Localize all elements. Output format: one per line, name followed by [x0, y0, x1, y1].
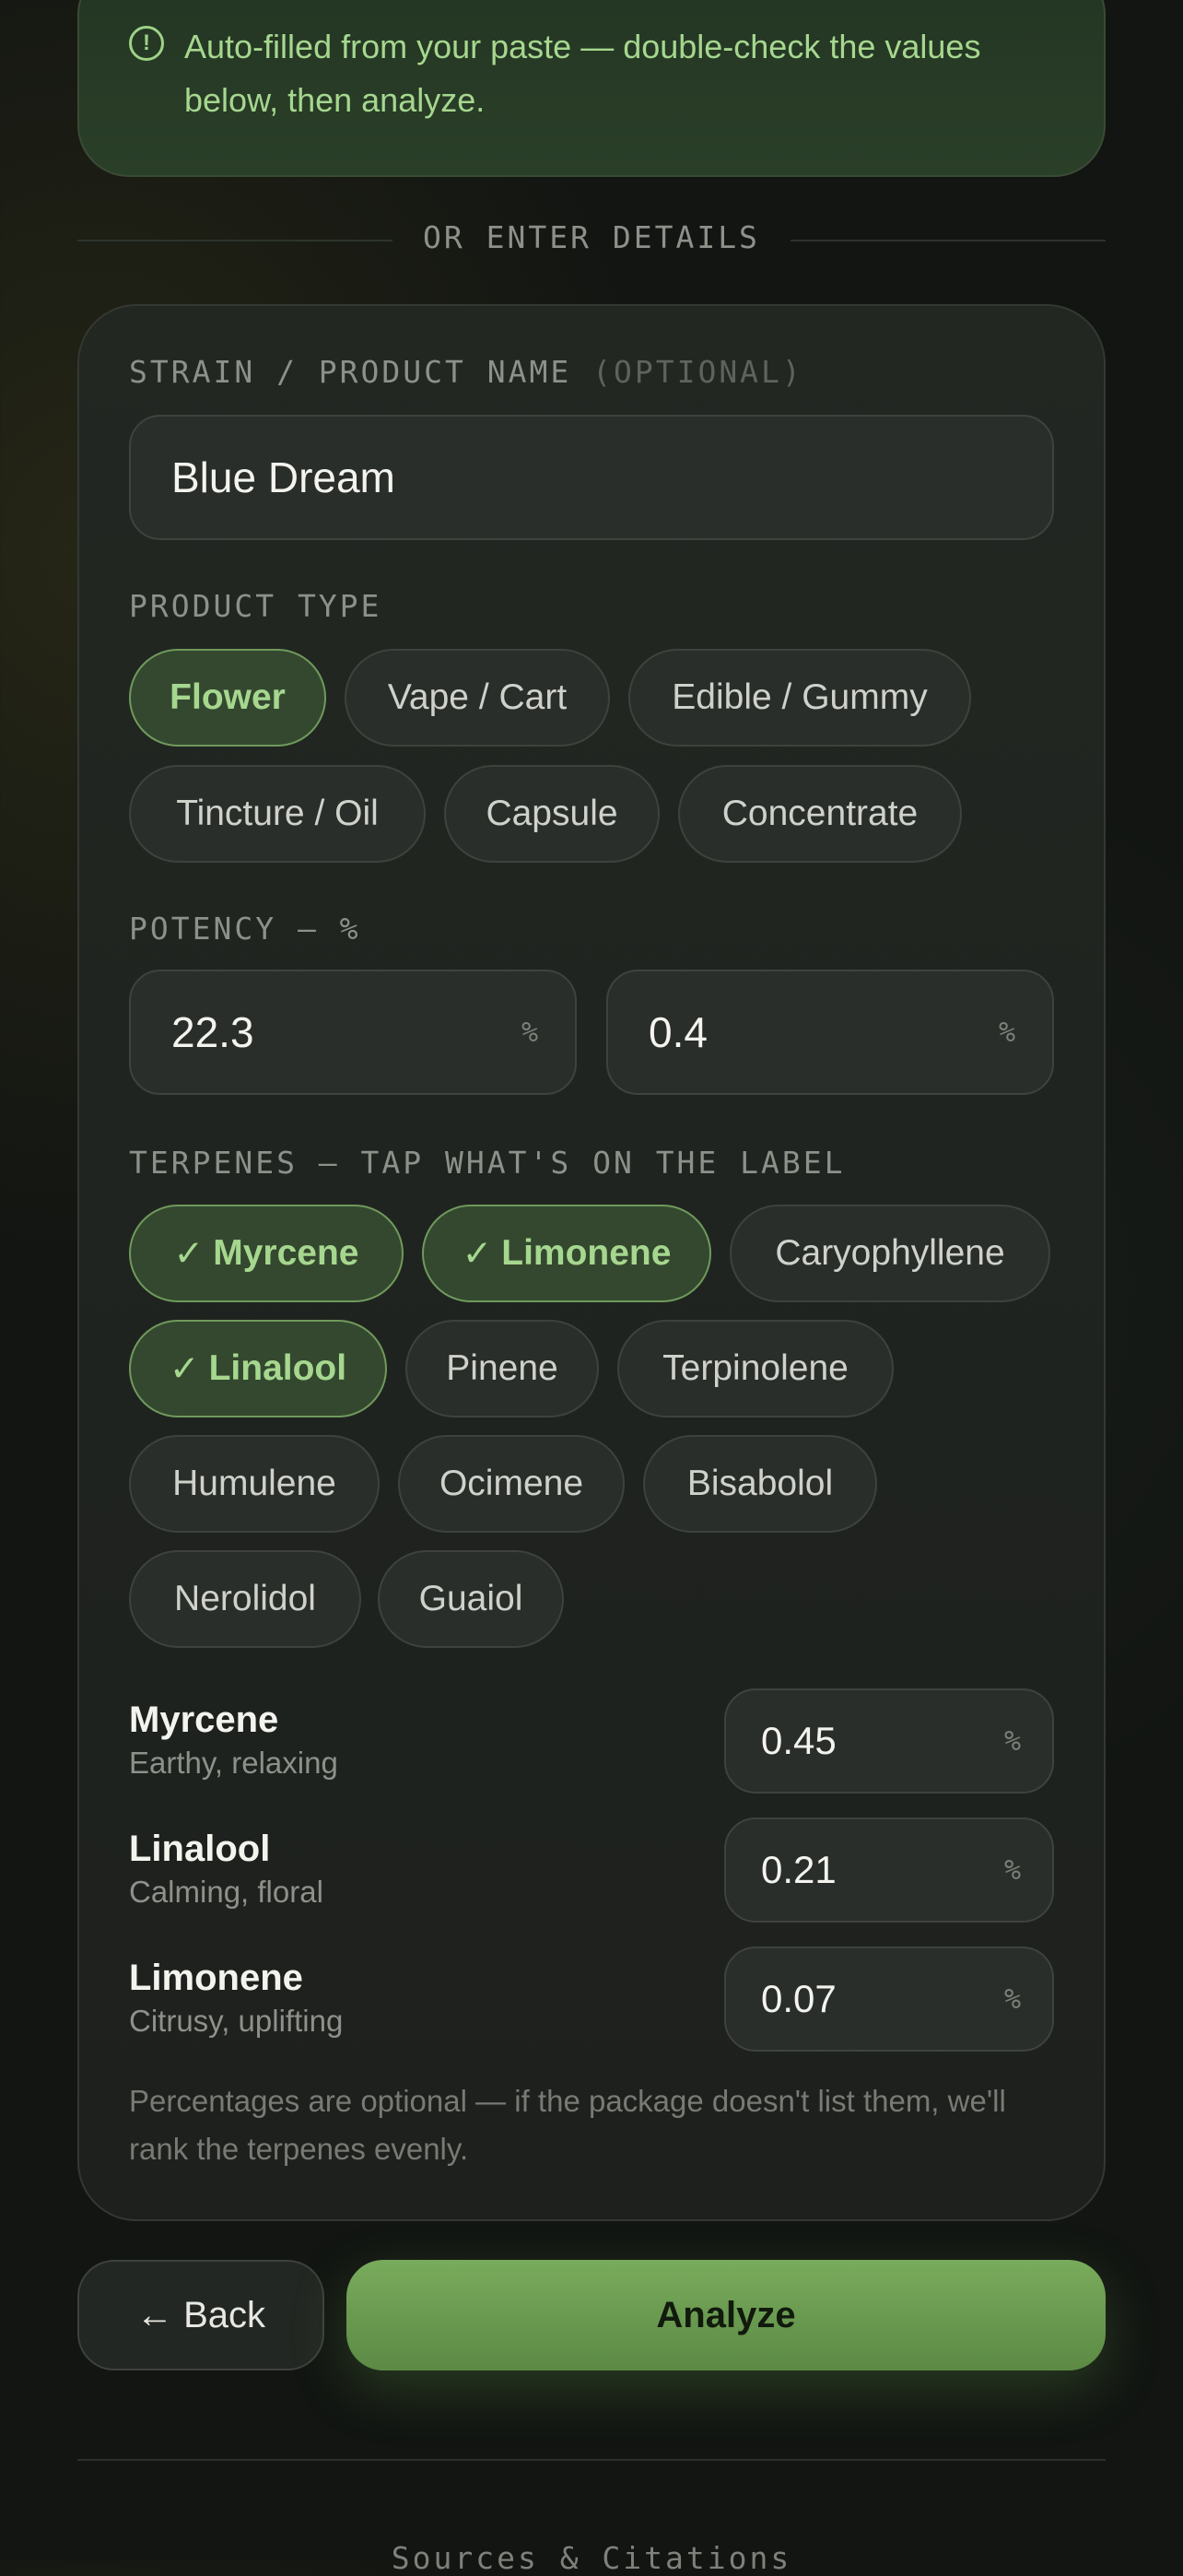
terpene-chip-linalool[interactable]: ✓ Linalool — [129, 1320, 387, 1417]
terpene-chip-pinene[interactable]: Pinene — [405, 1320, 599, 1417]
terpene-percent-input-limonene[interactable]: 0.07 % — [724, 1947, 1054, 2052]
potency-value-2: 0.4 — [649, 1008, 708, 1056]
terpene-chip-limonene[interactable]: ✓ Limonene — [422, 1205, 711, 1302]
divider-line-left — [77, 240, 392, 241]
terpene-percent-value: 0.21 — [761, 1848, 837, 1891]
terpene-chip-guaiol[interactable]: Guaiol — [378, 1550, 564, 1648]
terpene-percent-value: 0.45 — [761, 1719, 837, 1762]
check-icon: ✓ — [173, 1233, 205, 1274]
terpene-percent-value: 0.07 — [761, 1977, 837, 2020]
terpene-percent-input-myrcene[interactable]: 0.45 % — [724, 1688, 1054, 1794]
terpene-chip-bisabolol[interactable]: Bisabolol — [643, 1435, 877, 1533]
product-name-label: STRAIN / PRODUCT NAME (OPTIONAL) — [129, 354, 803, 390]
terpenes-label: TERPENES — TAP WHAT'S ON THE LABEL — [129, 1145, 846, 1181]
product-type-concentrate[interactable]: Concentrate — [678, 765, 962, 863]
divider-line-right — [791, 240, 1106, 241]
product-type-tincture-oil[interactable]: Tincture / Oil — [129, 765, 426, 863]
potency-input-1[interactable]: 22.3 % — [129, 970, 577, 1095]
potency-input-2[interactable]: 0.4 % — [606, 970, 1054, 1095]
product-type-vape-cart[interactable]: Vape / Cart — [345, 649, 610, 747]
info-icon: ! — [129, 26, 164, 61]
terpene-chip-label: Linalool — [208, 1348, 347, 1388]
terpene-chip-label: Myrcene — [213, 1233, 359, 1273]
check-icon: ✓ — [462, 1233, 493, 1274]
terpene-percent-input-linalool[interactable]: 0.21 % — [724, 1817, 1054, 1923]
terpene-chip-humulene[interactable]: Humulene — [129, 1435, 380, 1533]
terpene-chip-label: Limonene — [501, 1233, 672, 1273]
terpene-value-name: Linalool — [129, 1829, 271, 1869]
terpene-value-desc: Citrusy, uplifting — [129, 2004, 344, 2038]
product-type-flower[interactable]: Flower — [129, 649, 326, 747]
or-enter-details-divider: OR ENTER DETAILS — [423, 219, 760, 255]
analyze-button[interactable]: Analyze — [346, 2260, 1106, 2370]
terpene-chip-ocimene[interactable]: Ocimene — [398, 1435, 625, 1533]
terpene-chip-myrcene[interactable]: ✓ Myrcene — [129, 1205, 404, 1302]
back-button[interactable]: ← Back — [77, 2260, 324, 2370]
product-name-input[interactable]: Blue Dream — [129, 415, 1054, 540]
potency-value-1: 22.3 — [171, 1008, 254, 1056]
footer-divider — [77, 2459, 1106, 2461]
percent-unit: % — [1003, 1853, 1021, 1887]
sources-citations-link[interactable]: Sources & Citations — [0, 2540, 1183, 2576]
product-type-label: PRODUCT TYPE — [129, 588, 382, 624]
product-type-edible-gummy[interactable]: Edible / Gummy — [628, 649, 971, 747]
percent-unit: % — [521, 1016, 538, 1049]
percentages-note: Percentages are optional — if the packag… — [129, 2084, 1006, 2166]
potency-label: POTENCY — % — [129, 911, 361, 947]
percent-unit: % — [1003, 1982, 1021, 2016]
optional-tag: (OPTIONAL) — [592, 354, 803, 390]
terpene-value-name: Myrcene — [129, 1700, 279, 1740]
product-name-value: Blue Dream — [171, 453, 395, 501]
terpene-value-name: Limonene — [129, 1958, 303, 1998]
percent-unit: % — [1003, 1724, 1021, 1758]
product-type-capsule[interactable]: Capsule — [444, 765, 660, 863]
autofill-notice-text: Auto-filled from your paste — double-che… — [184, 28, 981, 119]
product-name-label-text: STRAIN / PRODUCT NAME — [129, 354, 572, 390]
terpene-chip-terpinolene[interactable]: Terpinolene — [617, 1320, 894, 1417]
terpene-chip-caryophyllene[interactable]: Caryophyllene — [730, 1205, 1050, 1302]
check-icon: ✓ — [169, 1348, 200, 1389]
percent-unit: % — [998, 1016, 1015, 1049]
terpene-value-desc: Earthy, relaxing — [129, 1746, 338, 1780]
terpene-value-desc: Calming, floral — [129, 1875, 323, 1909]
terpene-chip-nerolidol[interactable]: Nerolidol — [129, 1550, 361, 1648]
